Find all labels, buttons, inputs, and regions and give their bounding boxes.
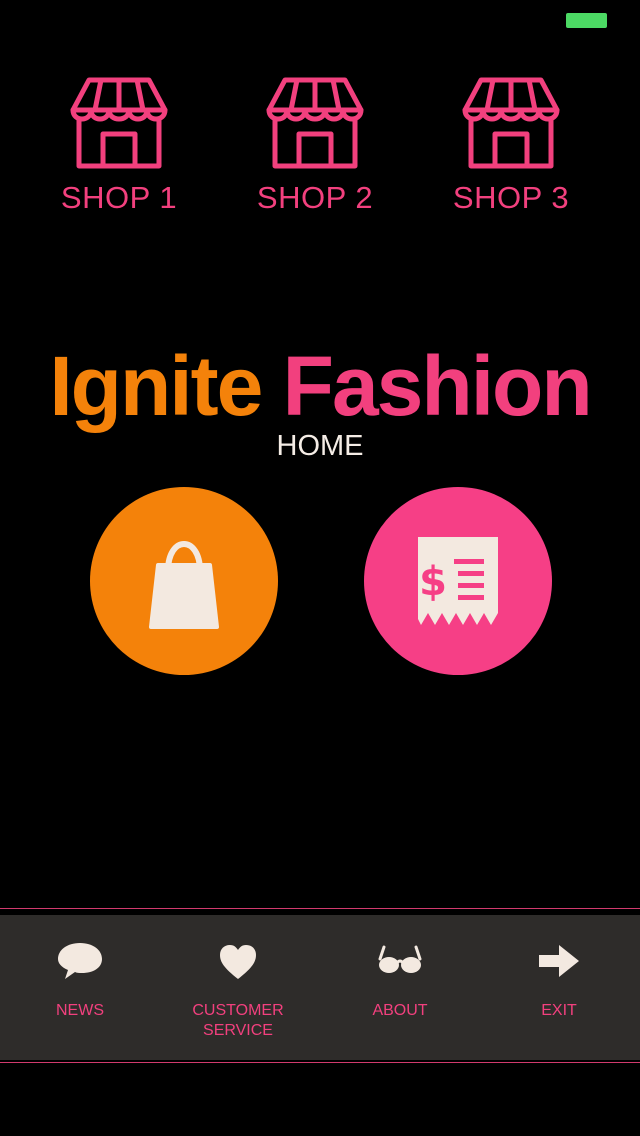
battery-icon	[566, 13, 607, 28]
receipt-icon: $	[418, 537, 498, 625]
tab-news[interactable]: NEWS	[0, 915, 160, 1060]
arrow-right-icon	[539, 945, 579, 977]
shop-2-label: SHOP 2	[256, 180, 374, 215]
store-icon	[462, 77, 560, 169]
svg-text:$: $	[419, 559, 447, 605]
brand-word-fashion: Fashion	[282, 339, 593, 433]
shop-list: SHOP 1 SHOP 2 SHOP 3	[0, 72, 640, 232]
heart-icon	[220, 945, 256, 979]
store-icon	[70, 77, 168, 169]
shop-2-button[interactable]: SHOP 2	[240, 72, 390, 222]
shop-1-label: SHOP 1	[60, 180, 178, 215]
tab-exit-label: EXIT	[541, 1002, 577, 1019]
shopping-bag-button[interactable]	[90, 487, 278, 675]
shopping-bag-icon	[149, 541, 219, 629]
brand-logo: Ignite Fashion	[0, 338, 640, 435]
glasses-icon	[378, 945, 422, 973]
page-title: HOME	[276, 430, 364, 462]
shop-3-label: SHOP 3	[452, 180, 570, 215]
receipt-button[interactable]: $	[364, 487, 552, 675]
shop-3-button[interactable]: SHOP 3	[436, 72, 586, 222]
tab-about[interactable]: ABOUT	[320, 915, 480, 1060]
tab-exit[interactable]: EXIT	[479, 915, 639, 1060]
tabbar-top-divider	[0, 908, 640, 909]
tab-about-label: ABOUT	[372, 1002, 428, 1019]
tab-customer-service[interactable]: CUSTOMER SERVICE	[158, 915, 318, 1060]
tab-customer-service-label: CUSTOMER SERVICE	[192, 1002, 284, 1039]
tab-news-label: NEWS	[56, 1002, 104, 1019]
store-icon	[266, 77, 364, 169]
shop-1-button[interactable]: SHOP 1	[44, 72, 194, 222]
tab-bar: NEWS CUSTOMER SERVICE ABOUT EXIT	[0, 915, 640, 1060]
tabbar-bottom-divider	[0, 1062, 640, 1063]
speech-bubble-icon	[58, 943, 102, 979]
brand-word-ignite: Ignite	[49, 339, 263, 433]
